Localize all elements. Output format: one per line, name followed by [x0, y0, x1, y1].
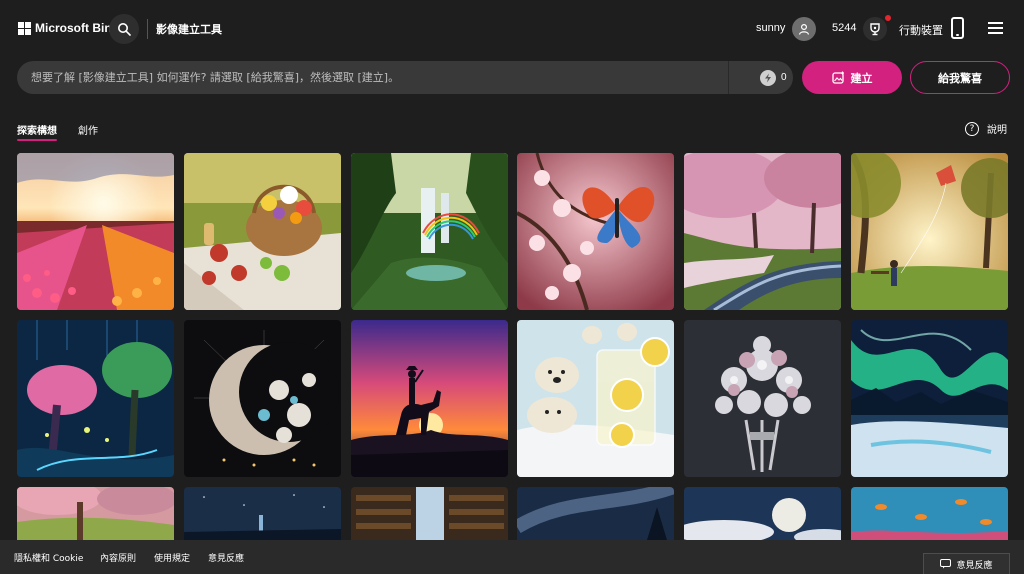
header-divider — [147, 19, 148, 39]
gallery-item-cherry-blossom-stream[interactable] — [684, 153, 841, 310]
rewards-points[interactable]: 5244 — [832, 22, 856, 34]
gallery-item-pink-blossom-garden[interactable] — [17, 487, 174, 540]
active-tab-indicator — [17, 139, 57, 141]
feedback-link[interactable]: 意見反應 — [208, 551, 244, 564]
gallery-item-crescent-moon-flowers[interactable] — [184, 320, 341, 477]
create-button[interactable]: 建立 — [802, 61, 902, 94]
image-create-icon — [831, 71, 844, 84]
boost-count: 0 — [781, 72, 787, 83]
prompt-bar: 0 — [17, 61, 793, 94]
gallery-item-fantasy-glowing-forest[interactable] — [17, 320, 174, 477]
gallery-item-white-flower-bouquet[interactable] — [684, 320, 841, 477]
rewards-button[interactable] — [863, 17, 887, 41]
hamburger-menu-icon[interactable] — [988, 22, 1003, 34]
feedback-icon — [940, 559, 952, 569]
user-icon — [798, 23, 810, 35]
gallery-item-butterfly-cherry-blossom[interactable] — [517, 153, 674, 310]
help-label: 說明 — [987, 125, 1007, 136]
gallery-item-waterfall-rainbow[interactable] — [351, 153, 508, 310]
boost-coin-icon[interactable] — [760, 70, 776, 86]
prompt-divider — [728, 61, 729, 94]
top-header: Microsoft Bing 影像建立工具 sunny 5244 行動裝置 — [0, 0, 1024, 58]
notification-dot — [885, 15, 891, 21]
milky-way-image — [517, 487, 674, 540]
help-link[interactable]: ? 說明 — [965, 121, 1007, 136]
underwater-image — [851, 487, 1008, 540]
gallery-item-horse-rider-silhouette[interactable] — [351, 320, 508, 477]
waterfall-image — [351, 153, 508, 310]
gallery-item-night-sky-city[interactable] — [184, 487, 341, 540]
gallery-item-aurora-landscape[interactable] — [851, 320, 1008, 477]
park-kite-image — [851, 153, 1008, 310]
microsoft-logo-icon — [18, 21, 31, 35]
aurora-image — [851, 320, 1008, 477]
tab-creations[interactable]: 創作 — [78, 122, 98, 137]
surprise-me-button[interactable]: 給我驚喜 — [910, 61, 1010, 94]
picnic-basket-image — [184, 153, 341, 310]
white-bouquet-image — [684, 320, 841, 477]
mobile-label[interactable]: 行動裝置 — [899, 22, 943, 38]
gallery-item-underwater-fish[interactable] — [851, 487, 1008, 540]
pink-garden-image — [17, 487, 174, 540]
horse-rider-image — [351, 320, 508, 477]
app-title[interactable]: 影像建立工具 — [156, 21, 222, 37]
footer-bar: 隱私權和 Cookie 內容原則 使用規定 意見反應 — [0, 540, 1024, 574]
night-sky-image — [184, 487, 341, 540]
bolt-icon — [765, 73, 771, 83]
gallery-item-milky-way-forest[interactable] — [517, 487, 674, 540]
feedback-button[interactable]: 意見反應 — [923, 553, 1010, 574]
create-label: 建立 — [850, 72, 873, 85]
content-policy-link[interactable]: 內容原則 — [100, 551, 136, 564]
library-image — [351, 487, 508, 540]
gallery-item-tulip-field-sunrise[interactable] — [17, 153, 174, 310]
privacy-cookies-link[interactable]: 隱私權和 Cookie — [14, 551, 83, 564]
gallery-item-park-kite-sunset[interactable] — [851, 153, 1008, 310]
terms-of-use-link[interactable]: 使用規定 — [154, 551, 190, 564]
search-icon — [118, 23, 131, 36]
bing-logo[interactable]: Microsoft Bing — [18, 21, 119, 35]
avatar[interactable] — [792, 17, 816, 41]
cherry-stream-image — [684, 153, 841, 310]
gallery-item-full-moon-clouds[interactable] — [684, 487, 841, 540]
gallery-item-library-corridor[interactable] — [351, 487, 508, 540]
feedback-button-label: 意見反應 — [956, 560, 993, 571]
prompt-input[interactable] — [31, 61, 721, 94]
full-moon-image — [684, 487, 841, 540]
phone-icon[interactable] — [951, 17, 964, 39]
polar-bears-image — [517, 320, 674, 477]
tab-explore-ideas[interactable]: 探索構想 — [17, 122, 57, 137]
glowing-forest-image — [17, 320, 174, 477]
tulip-field-image — [17, 153, 174, 310]
crescent-moon-image — [184, 320, 341, 477]
user-name[interactable]: sunny — [756, 22, 785, 34]
butterfly-image — [517, 153, 674, 310]
logo-text: Microsoft Bing — [35, 21, 119, 35]
gallery-item-picnic-basket-flowers[interactable] — [184, 153, 341, 310]
help-icon: ? — [965, 121, 979, 136]
trophy-icon — [870, 23, 880, 36]
search-button[interactable] — [109, 14, 139, 44]
gallery-item-polar-bears-lemonade[interactable] — [517, 320, 674, 477]
